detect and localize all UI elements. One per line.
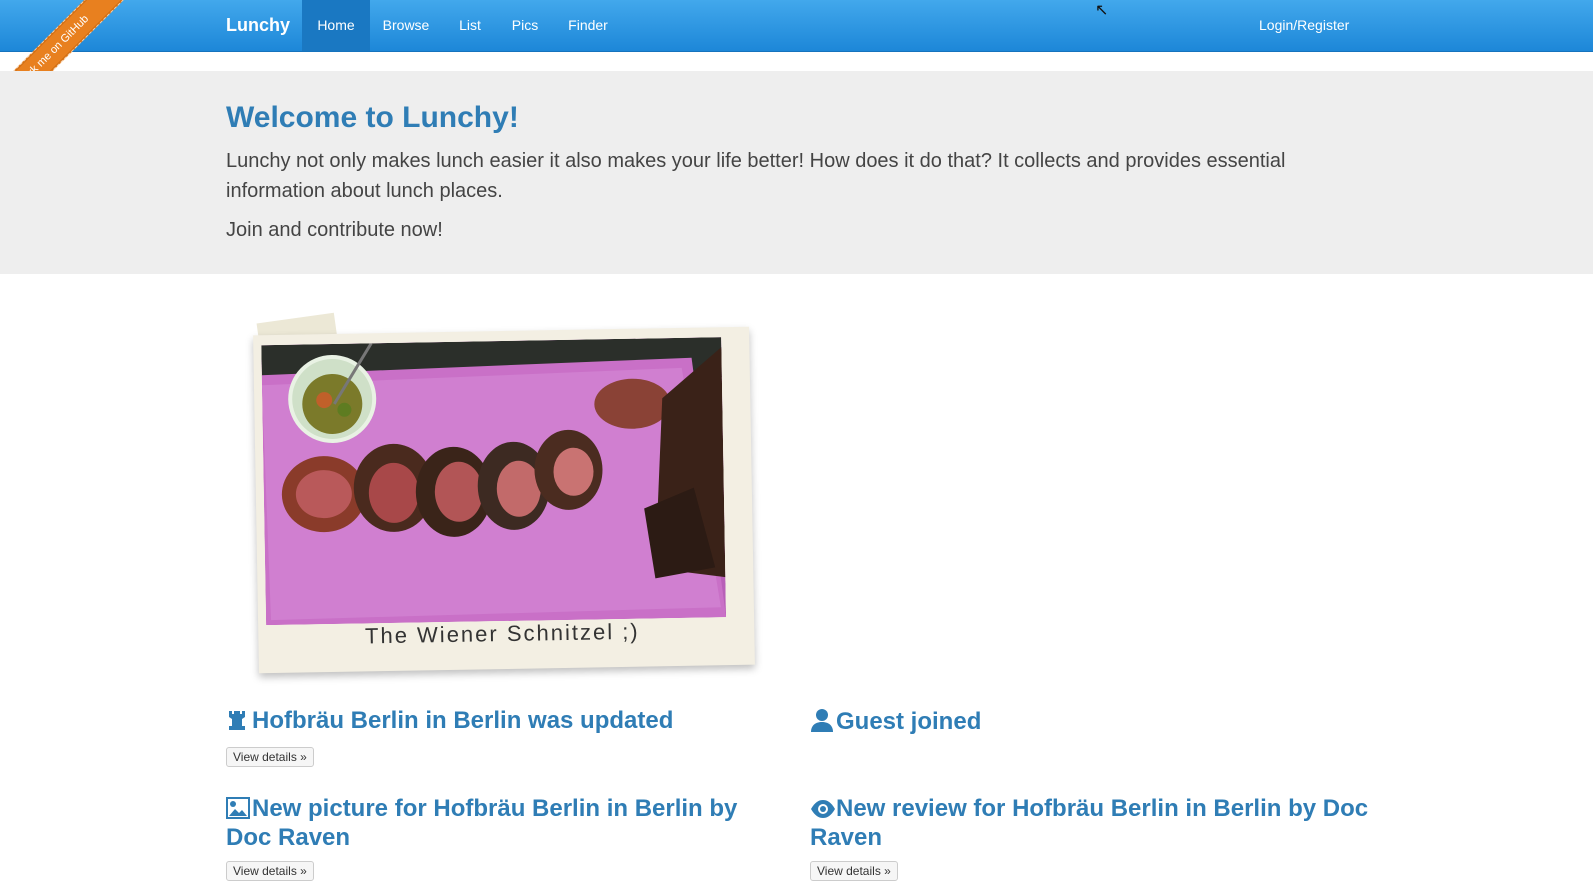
featured-photo-card[interactable]: The Wiener Schnitzel ;) [253,326,755,674]
eye-icon [810,799,836,825]
view-details-button[interactable]: View details » [226,747,314,767]
activity-text[interactable]: Hofbräu Berlin in Berlin was updated [252,707,673,734]
nav-list[interactable]: List [442,0,498,51]
activity-item: New picture for Hofbräu Berlin in Berlin… [226,796,786,881]
activity-item: Hofbräu Berlin in Berlin was updated Vie… [226,708,786,767]
join-text: Join and contribute now! [226,219,443,241]
login-register-link[interactable]: Login/Register [1259,0,1349,51]
nav-browse[interactable]: Browse [370,0,442,51]
top-navbar: Lunchy Home Browse List Pics Finder Logi… [0,0,1593,52]
welcome-jumbotron: Welcome to Lunchy! Lunchy not only makes… [0,71,1593,274]
view-details-button[interactable]: View details » [226,861,314,881]
nav-finder[interactable]: Finder [552,0,624,51]
brand-link[interactable]: Lunchy [226,0,290,51]
activity-title[interactable]: Hofbräu Berlin in Berlin was updated [226,708,786,737]
activity-text[interactable]: Guest joined [836,708,981,735]
activity-text[interactable]: New review for Hofbräu Berlin in Berlin … [810,795,1368,851]
activity-item: New review for Hofbräu Berlin in Berlin … [810,796,1370,881]
activity-title[interactable]: New picture for Hofbräu Berlin in Berlin… [226,796,786,851]
activity-item: Guest joined [810,708,1370,738]
mouse-cursor-icon: ↖ [1095,2,1109,19]
nav-home[interactable]: Home [302,0,370,51]
user-icon [810,708,836,738]
activity-text[interactable]: New picture for Hofbräu Berlin in Berlin… [226,795,737,851]
activity-title[interactable]: Guest joined [810,708,1370,738]
view-details-button[interactable]: View details » [810,861,898,881]
nav-pics[interactable]: Pics [498,0,552,51]
picture-icon [226,797,252,825]
chess-rook-icon [226,709,252,737]
featured-food-photo[interactable] [261,337,727,626]
page-title: Welcome to Lunchy! [226,101,519,134]
activity-title[interactable]: New review for Hofbräu Berlin in Berlin … [810,796,1370,851]
intro-text: Lunchy not only makes lunch easier it al… [226,150,1286,202]
